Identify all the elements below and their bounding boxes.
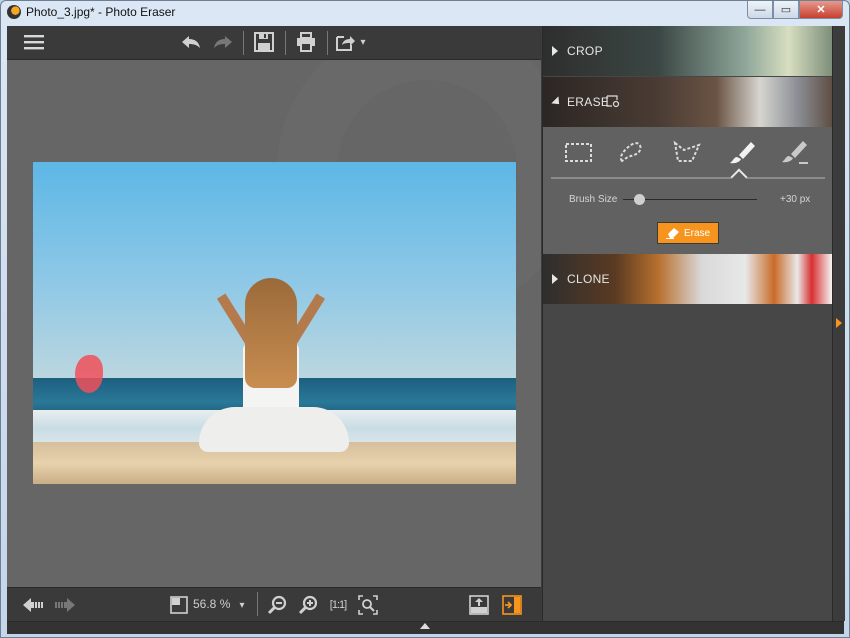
- brush-size-value: +30 px: [780, 194, 811, 205]
- export-icon[interactable]: [335, 31, 357, 53]
- image-canvas[interactable]: [7, 60, 541, 587]
- actual-size-button[interactable]: [1:1]: [327, 594, 349, 616]
- menu-icon[interactable]: [23, 31, 45, 53]
- erase-button-label: Erase: [683, 227, 711, 239]
- section-crop[interactable]: CROP: [543, 26, 832, 76]
- photo-woman-hair: [245, 278, 297, 388]
- panel-side-strip: [832, 26, 845, 621]
- tool-selection-indicator: [551, 177, 825, 179]
- lasso-select-tool[interactable]: [615, 139, 649, 167]
- erase-options: Brush Size +30 px Erase: [543, 127, 832, 254]
- maximize-button[interactable]: ▭: [773, 1, 799, 19]
- zoom-preset-icon[interactable]: [169, 594, 189, 616]
- export-dropdown-icon[interactable]: ▾: [358, 31, 368, 53]
- section-clone[interactable]: CLONE: [543, 254, 832, 304]
- import-image-icon[interactable]: [468, 594, 490, 616]
- section-label: CROP: [567, 44, 603, 58]
- redo-icon[interactable]: [211, 31, 235, 53]
- save-icon[interactable]: [252, 31, 276, 53]
- section-label: ERASE: [567, 95, 610, 109]
- eraser-brush-tool[interactable]: [779, 139, 813, 167]
- next-image-icon[interactable]: [53, 594, 75, 616]
- expand-icon: [552, 46, 558, 56]
- close-button[interactable]: ✕: [799, 1, 843, 19]
- expand-filmstrip-icon[interactable]: [420, 623, 430, 629]
- erase-button[interactable]: Erase: [657, 222, 719, 244]
- window-title: Photo_3.jpg* - Photo Eraser: [26, 5, 176, 19]
- polygon-select-tool[interactable]: [670, 139, 704, 167]
- app-window: Photo_3.jpg* - Photo Eraser — ▭ ✕ ▾ 56.8…: [0, 0, 850, 638]
- toggle-panel-icon[interactable]: [501, 594, 523, 616]
- print-icon[interactable]: [294, 31, 318, 53]
- expand-panel-arrow-icon[interactable]: [836, 318, 842, 328]
- brush-size-slider-thumb[interactable]: [633, 194, 645, 205]
- brush-size-label: Brush Size: [569, 194, 618, 205]
- photo[interactable]: [33, 162, 516, 484]
- photo-woman-skirt: [199, 407, 349, 452]
- undo-icon[interactable]: [179, 31, 203, 53]
- brush-tool[interactable]: [725, 139, 759, 167]
- bottom-divider: [257, 592, 258, 616]
- app-logo-icon: [7, 5, 21, 19]
- zoom-dropdown-icon[interactable]: ▾: [237, 594, 247, 616]
- rectangle-select-tool[interactable]: [562, 139, 596, 167]
- active-tool-caret: [730, 168, 748, 186]
- zoom-out-icon[interactable]: [266, 594, 288, 616]
- eraser-icon: [665, 228, 679, 239]
- erase-help-icon[interactable]: [606, 95, 620, 108]
- toolbar-divider: [327, 31, 328, 55]
- erase-selection-mask[interactable]: [75, 355, 103, 393]
- zoom-level[interactable]: 56.8 %: [193, 597, 230, 611]
- toolbar-divider: [243, 31, 244, 55]
- top-toolbar: ▾: [7, 26, 541, 60]
- toolbar-divider: [285, 31, 286, 55]
- bottom-toolbar: 56.8 % ▾ [1:1]: [7, 587, 541, 622]
- title-bar: Photo_3.jpg* - Photo Eraser — ▭ ✕: [1, 1, 849, 25]
- section-label: CLONE: [567, 272, 610, 286]
- section-erase[interactable]: ERASE: [543, 77, 832, 127]
- panel-empty-area: [543, 305, 832, 621]
- client-area: ▾ 56.8 % ▾ [1:1] CROP ERASE Brush Size +…: [7, 26, 845, 634]
- previous-image-icon[interactable]: [23, 594, 45, 616]
- minimize-button[interactable]: —: [747, 1, 773, 19]
- expand-icon: [552, 274, 558, 284]
- tools-panel: CROP ERASE Brush Size +30 px Erase CLONE: [542, 26, 832, 621]
- zoom-in-icon[interactable]: [297, 594, 319, 616]
- fit-to-screen-icon[interactable]: [357, 594, 379, 616]
